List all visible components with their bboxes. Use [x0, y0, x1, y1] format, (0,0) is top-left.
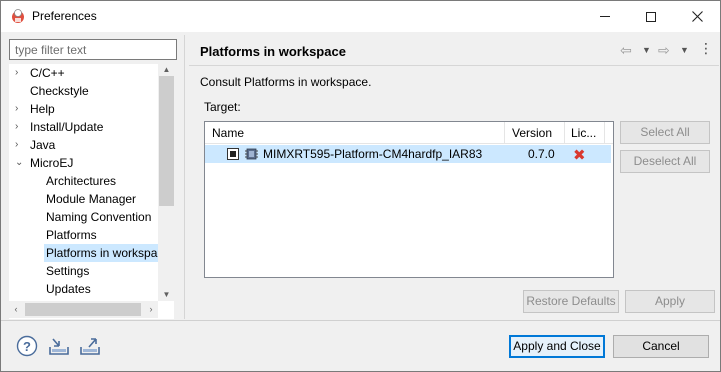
export-icon[interactable]	[79, 335, 101, 357]
tree-item-label: Install/Update	[30, 120, 104, 134]
tree-item-label: Naming Convention	[46, 210, 152, 224]
back-menu-chevron-icon[interactable]: ▼	[642, 45, 651, 55]
page-description: Consult Platforms in workspace.	[200, 75, 372, 89]
preferences-window: Preferences › C/C++ Checkstyle › Help › Instal…	[0, 0, 721, 372]
platform-chip-icon	[245, 148, 258, 160]
tree-item-label: Java	[30, 138, 56, 152]
minimize-button[interactable]	[582, 1, 628, 32]
apply-and-close-button[interactable]: Apply and Close	[509, 335, 605, 358]
title-bar: Preferences	[1, 1, 720, 32]
expanded-chevron-icon[interactable]: ⌄	[15, 154, 25, 172]
view-menu-icon[interactable]: ⋮	[699, 40, 713, 57]
collapsed-chevron-icon[interactable]: ›	[15, 118, 25, 136]
table-row[interactable]: MIMXRT595-Platform-CM4hardfp_IAR83 0.7.0…	[205, 145, 611, 164]
platforms-table: Name Version Lic... MIMXRT595-Platform-C…	[204, 121, 614, 278]
tree-item-label: Settings	[46, 264, 90, 278]
close-icon	[691, 11, 703, 22]
scroll-left-arrow-icon[interactable]: ‹	[9, 301, 23, 318]
minimize-icon	[600, 16, 610, 17]
target-label: Target:	[204, 100, 241, 114]
svg-text:?: ?	[23, 339, 31, 354]
tree-item-label: Updates	[46, 282, 91, 296]
page-title: Platforms in workspace	[200, 44, 346, 59]
platform-version: 0.7.0	[528, 147, 555, 161]
tree-item[interactable]: ⌄ MicroEJ	[9, 154, 159, 172]
tree-item-label: C/C++	[30, 66, 65, 80]
tree-item[interactable]: Checkstyle	[9, 82, 159, 100]
collapsed-chevron-icon[interactable]: ›	[15, 64, 25, 82]
select-all-button[interactable]: Select All	[620, 121, 710, 144]
collapsed-chevron-icon[interactable]: ›	[15, 136, 25, 154]
tree-item-label: Architectures	[46, 174, 117, 188]
tree-item[interactable]: › Help	[9, 100, 159, 118]
tree-item[interactable]: › Install/Update	[9, 118, 159, 136]
column-header-license[interactable]: Lic...	[565, 122, 605, 144]
table-header: Name Version Lic...	[205, 122, 613, 144]
back-arrow-icon[interactable]: ⇦	[620, 42, 632, 59]
scroll-up-arrow-icon[interactable]: ▲	[158, 64, 175, 76]
preferences-app-icon	[12, 9, 24, 23]
row-checkbox[interactable]	[227, 148, 239, 160]
preferences-tree: › C/C++ Checkstyle › Help › Install/Update › Jav…	[9, 64, 174, 319]
hscroll-thumb[interactable]	[25, 303, 141, 316]
column-header-name[interactable]: Name	[205, 122, 505, 144]
page-header: Platforms in workspace ⇦ ▼ ⇨ ▼ ⋮	[189, 35, 719, 66]
close-button[interactable]	[674, 1, 720, 32]
tree-item[interactable]: › Java	[9, 136, 159, 154]
footer-separator	[1, 320, 720, 321]
tree-item[interactable]: Updates	[9, 280, 159, 298]
tree-item[interactable]: Settings	[9, 262, 159, 280]
tree-item-label: Platforms in workspa	[44, 244, 160, 262]
tree-item[interactable]: › C/C++	[9, 64, 159, 82]
forward-arrow-icon[interactable]: ⇨	[658, 42, 670, 59]
tree-item[interactable]: Architectures	[9, 172, 159, 190]
red-x-icon: ✖	[573, 147, 586, 164]
cancel-button[interactable]: Cancel	[613, 335, 709, 358]
import-icon[interactable]	[48, 335, 70, 357]
help-icon[interactable]: ?	[16, 335, 38, 357]
tree-item-label: Help	[30, 102, 55, 116]
column-header-version[interactable]: Version	[505, 122, 565, 144]
collapsed-chevron-icon[interactable]: ›	[15, 100, 25, 118]
tree-item-label: Module Manager	[46, 192, 137, 206]
tree-horizontal-scrollbar[interactable]: ‹ ›	[9, 301, 158, 318]
tree-item-label: Platforms	[46, 228, 97, 242]
pane-divider[interactable]	[184, 35, 185, 319]
apply-button[interactable]: Apply	[625, 290, 715, 313]
tree-item[interactable]: Platforms	[9, 226, 159, 244]
platform-name: MIMXRT595-Platform-CM4hardfp_IAR83	[263, 147, 483, 161]
tree-item[interactable]: Module Manager	[9, 190, 159, 208]
scroll-right-arrow-icon[interactable]: ›	[144, 301, 158, 318]
scroll-thumb[interactable]	[159, 76, 174, 206]
deselect-all-button[interactable]: Deselect All	[620, 150, 710, 173]
maximize-icon	[646, 11, 656, 22]
maximize-button[interactable]	[628, 1, 674, 32]
tree-item-label: MicroEJ	[30, 156, 74, 170]
scroll-down-arrow-icon[interactable]: ▼	[158, 289, 175, 301]
filter-input[interactable]	[9, 39, 177, 60]
tree-item[interactable]: Naming Convention	[9, 208, 159, 226]
forward-menu-chevron-icon[interactable]: ▼	[680, 45, 689, 55]
window-title: Preferences	[32, 9, 97, 23]
tree-vertical-scrollbar[interactable]: ▲ ▼	[158, 64, 175, 301]
restore-defaults-button[interactable]: Restore Defaults	[523, 290, 619, 313]
tree-item-label: Checkstyle	[30, 84, 89, 98]
tree-item[interactable]: Platforms in workspa	[9, 244, 160, 262]
